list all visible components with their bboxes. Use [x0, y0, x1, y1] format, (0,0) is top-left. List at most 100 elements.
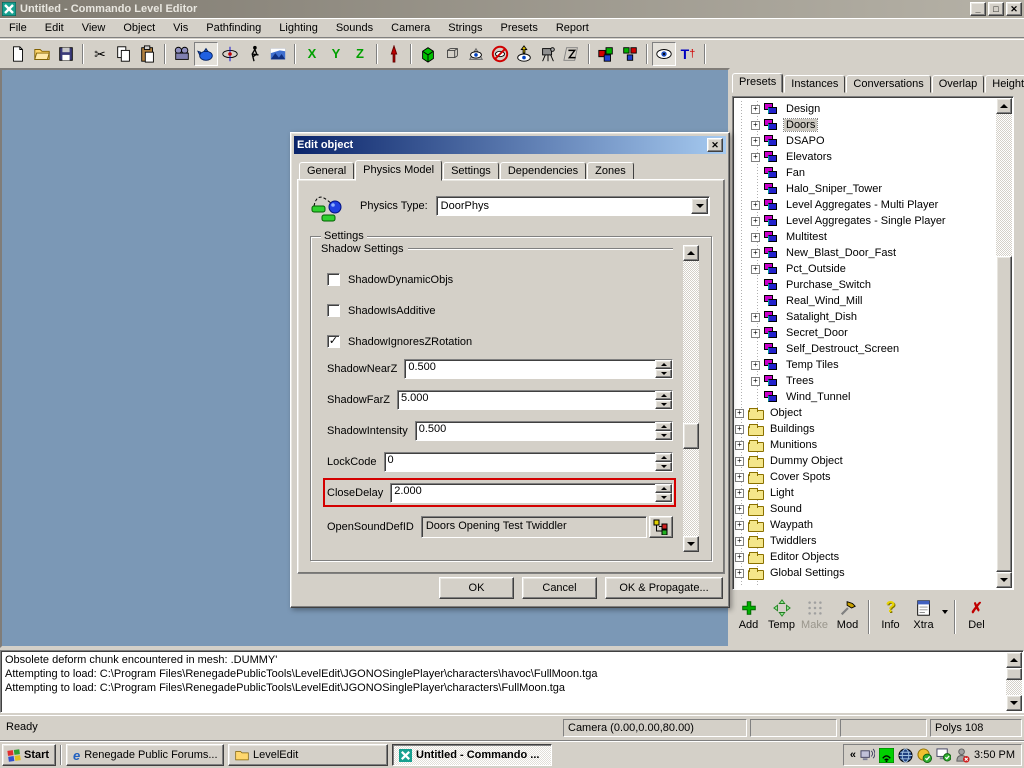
tree-item[interactable]: + Purchase_Switch [735, 277, 995, 293]
checkbox[interactable]: ✓ [327, 304, 340, 317]
dialog-tab[interactable]: Settings [443, 162, 499, 180]
tree-expander-icon[interactable]: + [751, 249, 760, 258]
tree-item[interactable]: + Buildings [735, 421, 995, 437]
panel-tab[interactable]: Overlap [932, 75, 985, 93]
menu-item[interactable]: Lighting [270, 19, 327, 37]
tree-item[interactable]: + Dummy Object [735, 453, 995, 469]
minimize-button[interactable]: _ [970, 2, 986, 16]
scroll-thumb[interactable] [996, 256, 1012, 572]
tree-expander-icon[interactable]: + [735, 425, 744, 434]
dialog-close-icon[interactable]: ✕ [707, 138, 723, 152]
open-file-icon[interactable] [30, 42, 54, 66]
ok-button[interactable]: OK [439, 577, 514, 599]
tree-item[interactable]: + Elevators [735, 149, 995, 165]
tree-expander-icon[interactable]: + [751, 137, 760, 146]
field-input[interactable]: 5.000 [397, 390, 673, 410]
start-button[interactable]: Start [2, 744, 56, 766]
tree-item[interactable]: + Pct_Outside [735, 261, 995, 277]
menu-item[interactable]: Vis [164, 19, 197, 37]
tree-item[interactable]: + New_Blast_Door_Fast [735, 245, 995, 261]
tree-item[interactable]: + Light [735, 485, 995, 501]
menu-item[interactable]: Report [547, 19, 598, 37]
axis-z-icon[interactable]: Z [348, 42, 372, 66]
panel-tab[interactable]: Heightfield [985, 75, 1024, 93]
del-button[interactable]: ✗Del [960, 596, 993, 631]
vis-sector-icon[interactable] [560, 42, 584, 66]
xtra-dropdown-icon[interactable] [942, 610, 948, 614]
rgb-cubes-icon[interactable] [594, 42, 618, 66]
tree-expander-icon[interactable]: + [751, 377, 760, 386]
tree-expander-icon[interactable]: + [735, 441, 744, 450]
panel-tab[interactable]: Presets [732, 73, 783, 93]
spinner-control[interactable] [655, 453, 672, 471]
close-button[interactable]: ✕ [1006, 2, 1022, 16]
spinner-control[interactable] [655, 484, 672, 502]
text-tool-icon[interactable]: T† [676, 42, 700, 66]
tree-expander-icon[interactable]: + [751, 233, 760, 242]
tree-expander-icon[interactable]: + [735, 553, 744, 562]
task-renegade-forums[interactable]: eRenegade Public Forums... [66, 744, 224, 766]
tree-scrollbar[interactable] [996, 98, 1012, 588]
visibility-triangle-icon[interactable] [464, 42, 488, 66]
tree-item[interactable]: + Self_Destrouct_Screen [735, 341, 995, 357]
physics-type-combobox[interactable]: DoorPhys [436, 196, 710, 216]
eye-toggle-icon[interactable] [652, 42, 676, 66]
menu-item[interactable]: Camera [382, 19, 439, 37]
field-input[interactable]: 0.500 [404, 359, 673, 379]
spinner-control[interactable] [655, 391, 672, 409]
tree-item[interactable]: + Level Aggregates - Single Player [735, 213, 995, 229]
tree-item[interactable]: + Multitest [735, 229, 995, 245]
tree-expander-icon[interactable]: + [751, 361, 760, 370]
scroll-down-icon[interactable] [683, 536, 699, 552]
globe-icon[interactable] [898, 748, 913, 763]
field-input[interactable]: 0 [384, 452, 673, 472]
rgb-squares-icon[interactable] [618, 42, 642, 66]
make-button[interactable]: Make [798, 596, 831, 631]
orbit-axis-icon[interactable] [218, 42, 242, 66]
tree-expander-icon[interactable]: + [735, 473, 744, 482]
tree-item[interactable]: + Object [735, 405, 995, 421]
walk-mode-icon[interactable] [242, 42, 266, 66]
network-monitor-icon[interactable] [860, 748, 875, 762]
paste-icon[interactable] [136, 42, 160, 66]
scroll-up-icon[interactable] [683, 245, 699, 261]
tree-item[interactable]: + Wind_Tunnel [735, 389, 995, 405]
tree-item[interactable]: + Secret_Door [735, 325, 995, 341]
spinner-control[interactable] [655, 422, 672, 440]
menu-item[interactable]: Edit [36, 19, 73, 37]
tree-expander-icon[interactable]: + [751, 121, 760, 130]
tree-expander-icon[interactable]: + [735, 537, 744, 546]
checkbox[interactable]: ✓ [327, 273, 340, 286]
settings-scrollbar[interactable] [683, 245, 699, 552]
tree-item[interactable]: + Twiddlers [735, 533, 995, 549]
tree-expander-icon[interactable]: + [751, 217, 760, 226]
menu-item[interactable]: Object [114, 19, 164, 37]
info-button[interactable]: ?Info [874, 596, 907, 631]
teapot-render-icon[interactable] [194, 42, 218, 66]
messenger-offline-icon[interactable] [955, 748, 970, 763]
sound-browse-button[interactable] [649, 516, 673, 538]
log-scrollbar[interactable] [1006, 652, 1022, 711]
checkbox[interactable]: ✓ [327, 335, 340, 348]
field-input[interactable]: 0.500 [415, 421, 673, 441]
dialog-tab[interactable]: General [299, 162, 354, 180]
tree-item[interactable]: + Real_Wind_Mill [735, 293, 995, 309]
tree-expander-icon[interactable]: + [735, 489, 744, 498]
panel-tab[interactable]: Instances [784, 75, 845, 93]
scroll-down-icon[interactable] [1006, 695, 1022, 711]
scroll-down-icon[interactable] [996, 572, 1012, 588]
camera-tripod-icon[interactable] [536, 42, 560, 66]
task-level-editor[interactable]: Untitled - Commando ... [392, 744, 552, 766]
visibility-off-icon[interactable] [488, 42, 512, 66]
tree-item[interactable]: + Doors [735, 117, 995, 133]
tree-item[interactable]: + Temp Tiles [735, 357, 995, 373]
cut-icon[interactable]: ✂ [88, 42, 112, 66]
new-document-icon[interactable] [6, 42, 30, 66]
cancel-button[interactable]: Cancel [522, 577, 597, 599]
drop-to-ground-icon[interactable] [382, 42, 406, 66]
tree-item[interactable]: + Satalight_Dish [735, 309, 995, 325]
menu-item[interactable]: Presets [492, 19, 547, 37]
tree-item[interactable]: + Fan [735, 165, 995, 181]
tree-item[interactable]: + Waypath [735, 517, 995, 533]
tree-expander-icon[interactable]: + [735, 521, 744, 530]
